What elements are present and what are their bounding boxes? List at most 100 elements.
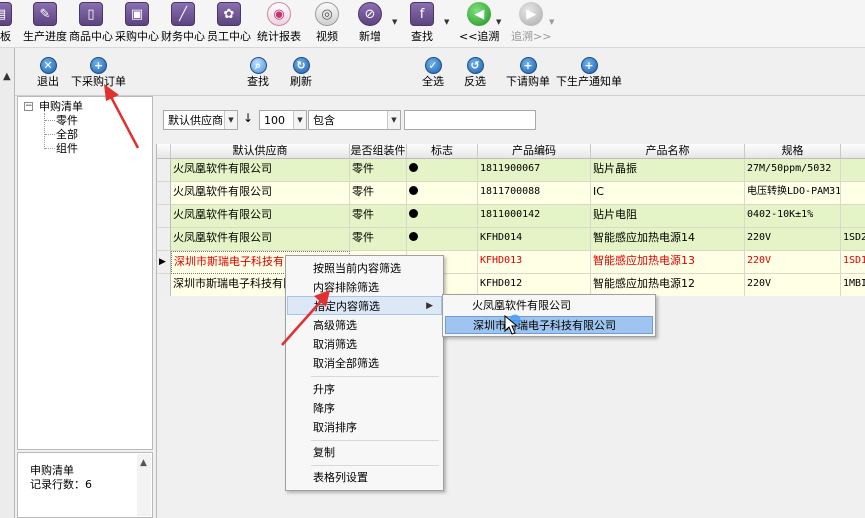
filter-field-select[interactable]: 默认供应商 ▼ (163, 110, 238, 130)
video-icon: ◎ (315, 2, 339, 26)
menu-cancel-sort[interactable]: 取消排序 (286, 418, 443, 437)
menu-filter-current[interactable]: 按照当前内容筛选 (286, 259, 443, 278)
context-menu: 按照当前内容筛选 内容排除筛选 指定内容筛选 ▶ 高级筛选 取消筛选 取消全部筛… (285, 255, 444, 491)
forward-dropdown-arrow[interactable]: ▼ (549, 18, 554, 26)
search-icon: ⌕ (249, 57, 267, 74)
new-dropdown-arrow[interactable]: ▼ (392, 18, 397, 26)
menu-filter-exclude[interactable]: 内容排除筛选 (286, 278, 443, 297)
column-header[interactable]: 产品编码 (478, 144, 591, 159)
menu-sort-asc[interactable]: 升序 (286, 380, 443, 399)
toolbar-video[interactable]: ◎ 视频 (315, 2, 339, 46)
tree-collapse-icon[interactable]: − (24, 102, 33, 111)
specific-filter-submenu: 火凤凰软件有限公司 深圳市斯瑞电子科技有限公司 (442, 294, 656, 337)
column-header[interactable]: 标志 (407, 144, 478, 159)
menu-copy[interactable]: 复制 (286, 443, 443, 462)
record-count: 记录行数：6 (30, 478, 92, 491)
menu-advanced-filter[interactable]: 高级筛选 (286, 316, 443, 335)
flag-cell (407, 228, 478, 251)
select-all-button[interactable]: ✓ 全选 (422, 57, 444, 88)
menu-separator (311, 440, 439, 441)
grid-corner[interactable] (157, 144, 171, 159)
column-header[interactable]: 规格 (745, 144, 841, 159)
toolbar-goods[interactable]: ▯ 商品中心 (69, 2, 113, 46)
filter-text-input[interactable] (404, 110, 536, 130)
plus-icon: + (519, 57, 537, 74)
sort-direction-icon[interactable]: ↓ (243, 111, 253, 125)
new-icon: ⊘ (358, 2, 382, 26)
find-icon: f (410, 2, 434, 26)
flag-cell (407, 182, 478, 205)
chevron-down-icon: ▼ (224, 111, 237, 129)
back-dropdown-arrow[interactable]: ▼ (496, 18, 501, 26)
refresh-button[interactable]: ↻ 刷新 (290, 57, 312, 88)
toolbar-new[interactable]: ⊘ 新增 (358, 2, 382, 46)
limit-select[interactable]: 100 ▼ (259, 110, 307, 130)
toolbar-staff[interactable]: ✿ 员工中心 (207, 2, 251, 46)
check-icon: ✓ (424, 57, 442, 74)
place-purchase-order-button[interactable]: + 下采购订单 (71, 57, 126, 88)
dashboard-icon: ▤ (0, 2, 12, 26)
chevron-down-icon: ▼ (293, 111, 306, 129)
tree-item-assembly[interactable]: 组件 (56, 142, 78, 155)
submenu-supplier-1[interactable]: 火凤凰软件有限公司 (445, 297, 653, 315)
production-notice-button[interactable]: + 下生产通知单 (556, 57, 622, 88)
column-header[interactable]: 默认供应商 (171, 144, 350, 159)
column-header[interactable]: 是否组装件 (350, 144, 407, 159)
table-row[interactable]: 火凤凰软件有限公司 零件 1811700088 IC 电压转换LDO-PAM31… (157, 182, 865, 205)
request-purchase-button[interactable]: + 下请购单 (506, 57, 550, 88)
menu-separator (311, 465, 439, 466)
submenu-arrow-icon: ▶ (426, 301, 433, 311)
toolbar-purchase[interactable]: ▣ 采购中心 (115, 2, 159, 46)
table-row[interactable]: 火凤凰软件有限公司 零件 1811900067 贴片晶振 27M/50ppm/5… (157, 159, 865, 182)
table-row[interactable]: 火凤凰软件有限公司 零件 KFHD014 智能感应加热电源14 220V 1SD… (157, 228, 865, 251)
back-icon: ◀ (467, 2, 492, 26)
toolbar-trace-back[interactable]: ◀ <<追溯 (459, 2, 499, 46)
flag-dot-icon (409, 163, 418, 172)
main-toolbar: ▤ 看板 ✎ 生产进度 ▯ 商品中心 ▣ 采购中心 ╱ 财务中心 ✿ 员工中心 … (0, 0, 865, 48)
menu-filter-specific[interactable]: 指定内容筛选 ▶ (287, 296, 442, 315)
expand-caret-icon[interactable]: ▲ (3, 71, 11, 82)
tree-item-all[interactable]: 全部 (56, 128, 78, 141)
category-tree: − 申购清单 零件 全部 组件 (17, 96, 153, 450)
column-header[interactable]: 产品名称 (591, 144, 745, 159)
table-row-current[interactable]: ▶ 深圳市斯瑞电子科技有限 零件 KFHD013 智能感应加热电源13 220V… (157, 251, 865, 274)
menu-cancel-all-filters[interactable]: 取消全部筛选 (286, 354, 443, 373)
toolbar-trace-forward[interactable]: ▶ 追溯>> (511, 2, 551, 46)
menu-column-settings[interactable]: 表格列设置 (286, 468, 443, 487)
report-icon: ◉ (267, 2, 291, 26)
flag-cell (407, 205, 478, 228)
tree-item-parts[interactable]: 零件 (56, 114, 78, 127)
toolbar-production[interactable]: ✎ 生产进度 (23, 2, 67, 46)
mouse-cursor-icon (504, 314, 521, 335)
current-row-icon: ▶ (159, 257, 166, 267)
column-header-extra[interactable] (841, 144, 865, 159)
purchase-icon: ▣ (125, 2, 149, 26)
exit-icon: ✕ (39, 57, 57, 74)
search-button[interactable]: ⌕ 查找 (247, 57, 269, 88)
exit-button[interactable]: ✕ 退出 (37, 57, 59, 88)
chevron-down-icon: ▼ (387, 111, 400, 129)
flag-dot-icon (409, 186, 418, 195)
menu-sort-desc[interactable]: 降序 (286, 399, 443, 418)
goods-icon: ▯ (79, 2, 103, 26)
plus-icon: + (90, 57, 107, 74)
tree-root[interactable]: 申购清单 (39, 100, 83, 113)
action-toolbar: ✕ 退出 + 下采购订单 ⌕ 查找 ↻ 刷新 ✓ 全选 ↺ 反选 + 下请购单 … (15, 48, 865, 96)
scroll-up-icon[interactable]: ▲ (140, 458, 147, 468)
toolbar-dashboard[interactable]: ▤ 看板 (0, 2, 12, 46)
table-row[interactable]: 火凤凰软件有限公司 零件 1811000142 贴片电阻 0402-10K±1% (157, 205, 865, 228)
production-icon: ✎ (33, 2, 57, 26)
find-dropdown-arrow[interactable]: ▼ (444, 18, 449, 26)
match-mode-select[interactable]: 包含 ▼ (308, 110, 401, 130)
toolbar-finance[interactable]: ╱ 财务中心 (161, 2, 205, 46)
toolbar-report[interactable]: ◉ 统计报表 (257, 2, 301, 46)
staff-icon: ✿ (217, 2, 241, 26)
toolbar-find[interactable]: f 查找 (410, 2, 434, 46)
collapsed-sidebar: ▲ (0, 48, 15, 518)
finance-icon: ╱ (171, 2, 195, 26)
record-info-panel: 申购清单 记录行数：6 ▲ (17, 452, 153, 518)
submenu-supplier-2[interactable]: 深圳市斯瑞电子科技有限公司 (445, 316, 653, 334)
menu-cancel-filter[interactable]: 取消筛选 (286, 335, 443, 354)
invert-selection-button[interactable]: ↺ 反选 (464, 57, 486, 88)
info-scrollbar[interactable]: ▲ (137, 454, 151, 516)
